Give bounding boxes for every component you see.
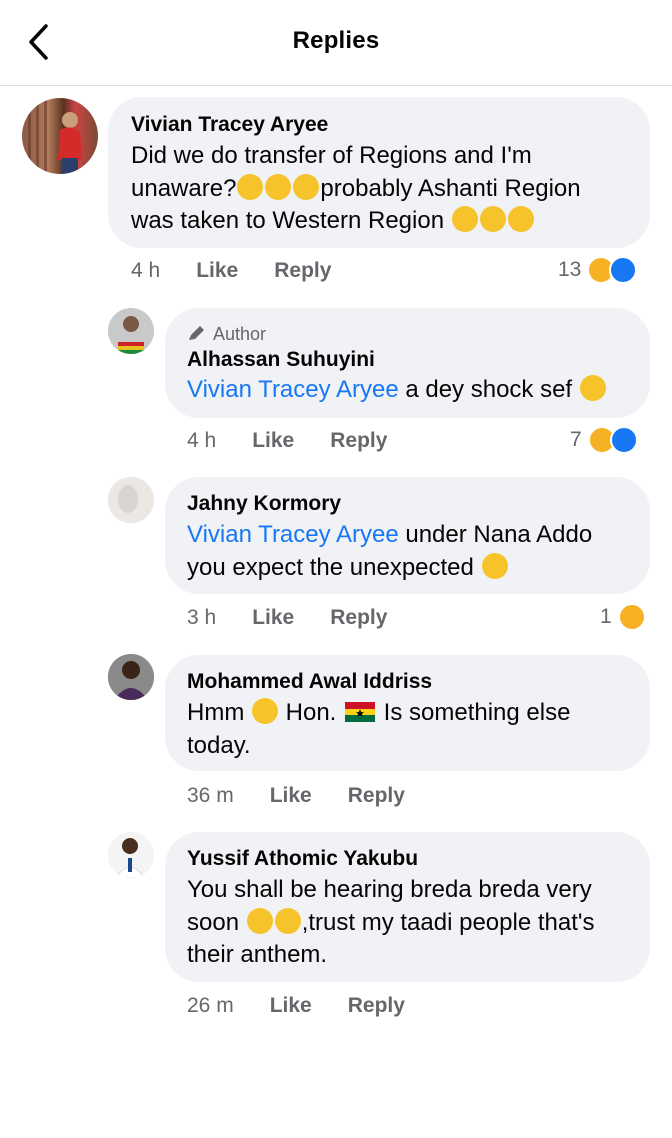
comment-text: Did we do transfer of Regions and I'm un… (131, 140, 581, 238)
commenter-name[interactable]: Vivian Tracey Aryee (131, 113, 328, 137)
reply-button[interactable]: Reply (274, 259, 331, 282)
reaction-summary[interactable]: 1 (600, 603, 646, 631)
timestamp[interactable]: 3 h (187, 606, 216, 629)
tears-of-joy-emoji (265, 173, 292, 200)
smiling-face-emoji (579, 375, 606, 401)
reply-button[interactable]: Reply (348, 994, 405, 1017)
like-reaction-icon (609, 256, 638, 284)
avatar[interactable] (108, 477, 154, 523)
reaction-count: 1 (600, 605, 612, 628)
comment-line: You shall be hearing breda breda very (187, 876, 592, 903)
reaction-count: 7 (570, 428, 582, 451)
comment-line: soon ,trust my taadi people that's (187, 907, 595, 936)
avatar[interactable] (108, 832, 154, 878)
timestamp[interactable]: 4 h (187, 429, 216, 452)
pencil-icon (189, 326, 204, 340)
commenter-name[interactable]: Alhassan Suhuyini (187, 348, 375, 372)
mention-link[interactable]: Vivian Tracey Aryee (187, 521, 399, 548)
author-badge: Author (187, 324, 266, 345)
mention-link[interactable]: Vivian Tracey Aryee (187, 376, 399, 403)
like-button[interactable]: Like (196, 259, 238, 282)
comment-line: Hmm Hon. Is something else (187, 698, 571, 726)
like-button[interactable]: Like (270, 784, 312, 807)
commenter-name[interactable]: Jahny Kormory (187, 492, 341, 516)
timestamp[interactable]: 4 h (131, 259, 160, 282)
grinning-face-emoji (481, 552, 508, 579)
comment-line: today. (187, 731, 251, 759)
header-bar: Replies (0, 0, 672, 86)
comment-text: Vivian Tracey Aryee under Nana Addo you … (187, 519, 592, 584)
comment-actions: 4 h Like Reply (131, 259, 367, 283)
comment-line: was taken to Western Region (131, 205, 581, 238)
reaction-summary[interactable]: 7 (570, 426, 638, 454)
tears-of-joy-emoji (507, 206, 534, 232)
avatar[interactable] (22, 98, 98, 174)
comment-line: their anthem. (187, 941, 328, 968)
smiling-face-emoji (246, 907, 273, 934)
comment-text: You shall be hearing breda breda very so… (187, 874, 594, 972)
commenter-name[interactable]: Mohammed Awal Iddriss (187, 670, 432, 694)
reaction-summary[interactable]: 13 (558, 256, 638, 284)
reaction-count: 13 (558, 258, 582, 281)
timestamp[interactable]: 36 m (187, 784, 234, 807)
avatar[interactable] (108, 308, 154, 354)
page-title: Replies (292, 27, 380, 54)
ghana-flag-icon (345, 702, 376, 722)
avatar[interactable] (108, 654, 154, 700)
like-button[interactable]: Like (270, 994, 312, 1017)
comment-actions: 36 m Like Reply (187, 784, 441, 808)
comment-line: you expect the unexpected (187, 552, 592, 585)
reply-button[interactable]: Reply (330, 429, 387, 452)
commenter-name[interactable]: Yussif Athomic Yakubu (187, 847, 418, 871)
like-button[interactable]: Like (252, 429, 294, 452)
grinning-face-emoji (274, 907, 301, 934)
like-reaction-icon (609, 426, 638, 454)
comment-actions: 4 h Like Reply (187, 429, 423, 453)
tears-of-joy-emoji (451, 206, 478, 232)
tears-of-joy-emoji (237, 173, 264, 200)
like-button[interactable]: Like (252, 606, 294, 629)
comment-line: Vivian Tracey Aryee under Nana Addo (187, 521, 593, 548)
tears-of-joy-emoji (479, 206, 506, 232)
comment-line: unaware? probably Ashanti Region (131, 173, 581, 202)
comment-actions: 26 m Like Reply (187, 994, 441, 1018)
comment-line: Did we do transfer of Regions and I'm (131, 142, 532, 169)
reply-button[interactable]: Reply (348, 784, 405, 807)
haha-reaction-icon (617, 603, 646, 631)
reply-button[interactable]: Reply (330, 606, 387, 629)
comment-text: Vivian Tracey Aryee a dey shock sef (187, 374, 607, 407)
tears-of-joy-emoji (293, 173, 320, 200)
thinking-face-emoji (251, 698, 278, 724)
comment-actions: 3 h Like Reply (187, 606, 423, 630)
timestamp[interactable]: 26 m (187, 994, 234, 1017)
comment-text: Hmm Hon. Is something else today. (187, 697, 570, 762)
